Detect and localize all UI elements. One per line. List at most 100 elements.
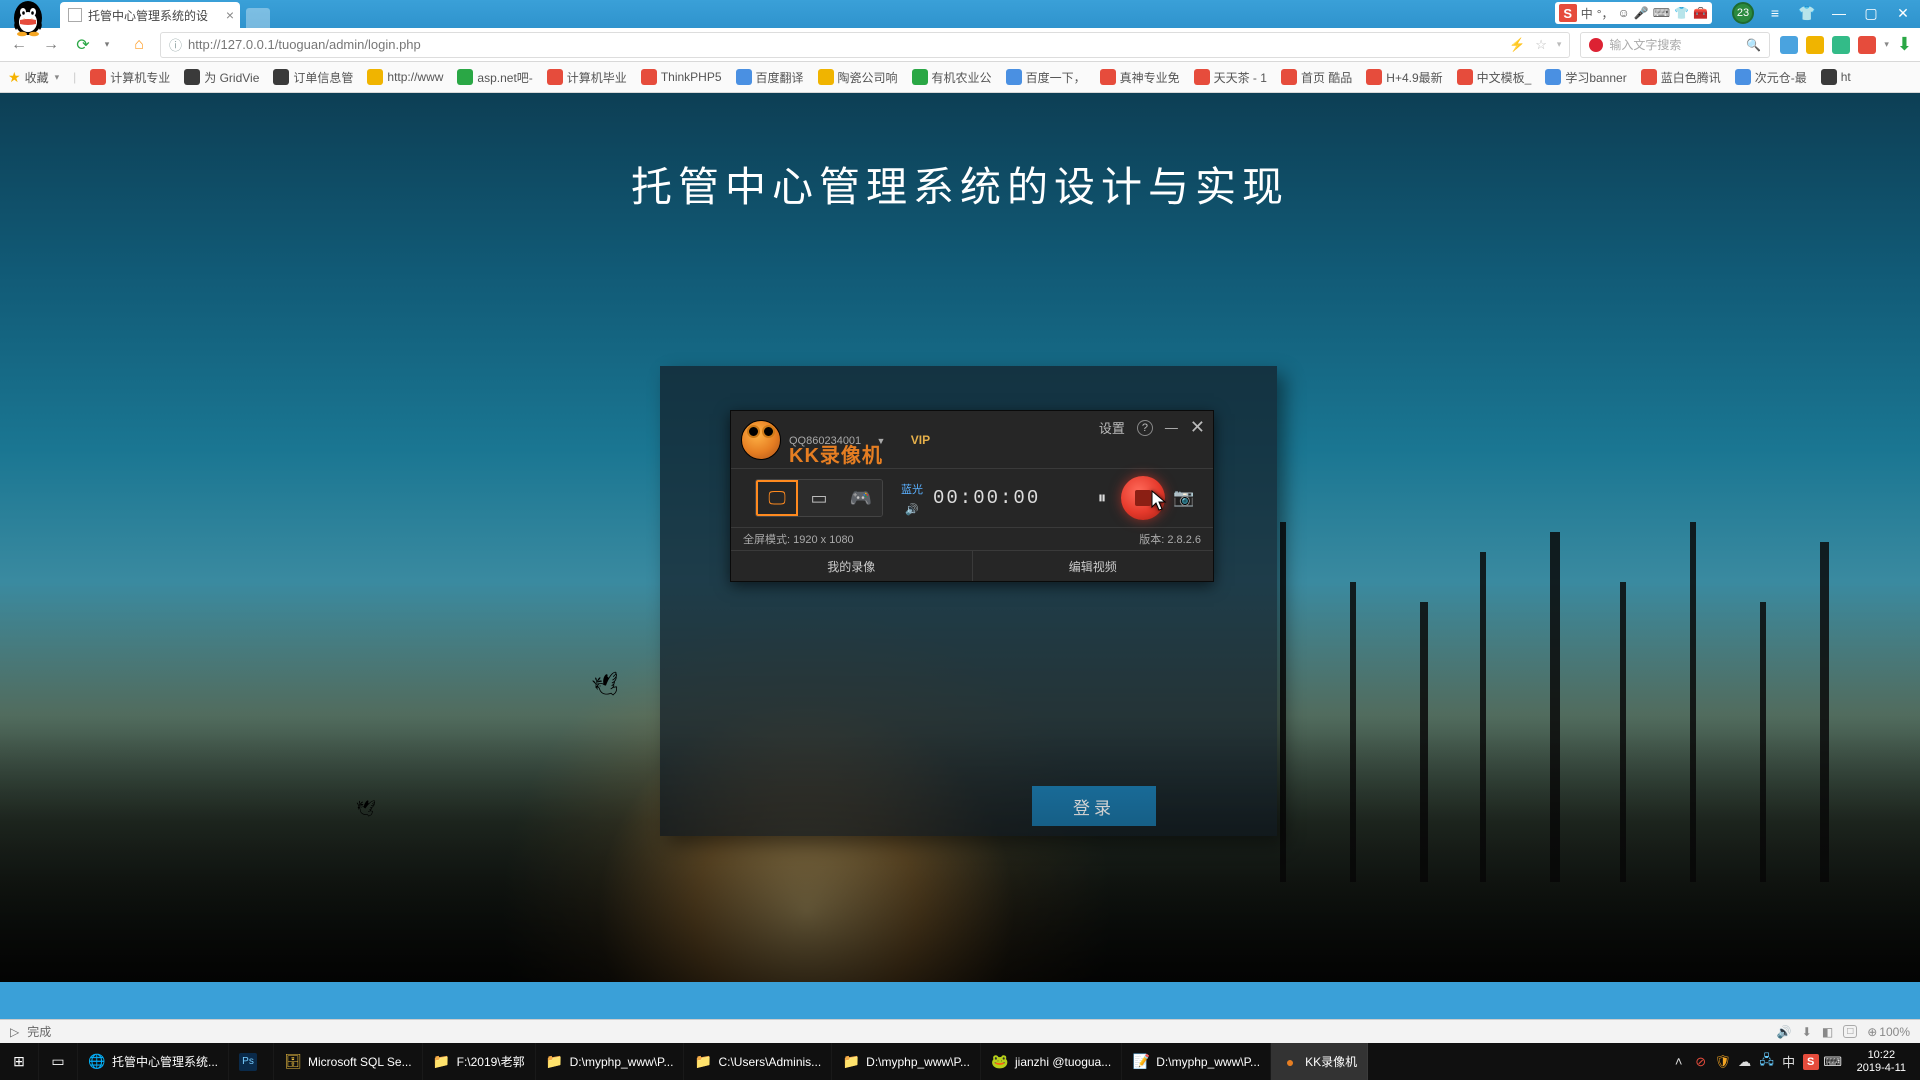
bookmark-item[interactable]: 计算机毕业 xyxy=(547,69,627,86)
bookmark-item[interactable]: 学习banner xyxy=(1545,69,1626,86)
bookmark-fav[interactable]: ★收藏▾ xyxy=(8,69,59,86)
qq-penguin-icon[interactable] xyxy=(6,0,50,38)
recorder-help-icon[interactable]: ? xyxy=(1137,420,1153,436)
favorite-star-icon[interactable]: ☆ xyxy=(1535,37,1547,53)
bookmark-item[interactable]: 次元仓-最 xyxy=(1735,69,1807,86)
tab-close-icon[interactable]: × xyxy=(226,7,234,23)
status-play-icon[interactable]: ▷ xyxy=(10,1025,19,1039)
taskbar-item[interactable]: Ps xyxy=(229,1043,274,1080)
screenshot-button-icon[interactable]: 📷 xyxy=(1165,479,1203,517)
mode-game-icon[interactable]: 🎮 xyxy=(840,480,882,516)
tray-block-icon[interactable]: ⊘ xyxy=(1693,1054,1709,1070)
recorder-settings-link[interactable]: 设置 xyxy=(1099,418,1125,437)
nav-home-icon[interactable]: ⌂ xyxy=(128,34,150,56)
search-submit-icon[interactable]: 🔍 xyxy=(1746,38,1761,52)
zoom-control[interactable]: ⊕100% xyxy=(1867,1025,1910,1039)
bookmark-item[interactable]: 为 GridVie xyxy=(184,69,259,86)
ime-emoji-icon: ☺ xyxy=(1618,6,1630,20)
browser-search-input[interactable]: 输入文字搜索 🔍 xyxy=(1580,32,1770,58)
taskbar-item[interactable]: 📁D:\myphp_www\P... xyxy=(536,1043,685,1080)
ime-toolbar[interactable]: S 中 °， ☺ 🎤 ⌨ 👕 🧰 xyxy=(1555,2,1712,24)
mode-fullscreen-icon[interactable]: 🖵 xyxy=(756,480,798,516)
editor-icon: 📝 xyxy=(1132,1053,1150,1071)
window-minimize-icon[interactable]: — xyxy=(1828,2,1850,24)
bookmark-item[interactable]: 计算机专业 xyxy=(90,69,170,86)
tray-net-icon[interactable]: 🖧 xyxy=(1759,1054,1775,1070)
my-recordings-tab[interactable]: 我的录像 xyxy=(731,551,973,581)
tray-ime[interactable]: 中 xyxy=(1781,1054,1797,1070)
tray-kb-icon[interactable]: ⌨ xyxy=(1825,1054,1841,1070)
mode-region-icon[interactable]: ▭ xyxy=(798,480,840,516)
task-view-button[interactable]: ▭ xyxy=(39,1043,78,1080)
tray-sogou-icon[interactable]: S xyxy=(1803,1054,1819,1070)
compat-mode-icon[interactable]: ⚡ xyxy=(1509,37,1525,53)
browser-tab[interactable]: 托管中心管理系统的设 × xyxy=(60,2,240,28)
recorder-minimize-icon[interactable]: — xyxy=(1165,420,1178,435)
background-silhouettes xyxy=(1220,482,1920,882)
bookmark-item[interactable]: 天天茶 - 1 xyxy=(1194,69,1267,86)
taskbar-item[interactable]: ●KK录像机 xyxy=(1271,1043,1368,1080)
split-icon[interactable]: ◧ xyxy=(1822,1025,1833,1039)
bookmark-item[interactable]: 百度翻译 xyxy=(736,69,804,86)
tray-cloud-icon[interactable]: ☁ xyxy=(1737,1054,1753,1070)
sound-icon[interactable]: 🔊 xyxy=(1777,1025,1792,1039)
tray-shield-icon[interactable]: 🛡 xyxy=(1715,1054,1731,1070)
vip-badge: VIP xyxy=(911,433,930,447)
url-input[interactable]: ⓘ http://127.0.0.1/tuoguan/admin/login.p… xyxy=(160,32,1570,58)
new-tab-button[interactable] xyxy=(246,8,270,28)
pause-button-icon[interactable]: ⏸ xyxy=(1083,479,1121,517)
taskbar-clock[interactable]: 10:22 2019-4-11 xyxy=(1849,1049,1914,1074)
status-text: 完成 xyxy=(27,1023,51,1040)
taskbar-item[interactable]: 🌐托管中心管理系统... xyxy=(78,1043,229,1080)
nav-reload-dropdown-icon[interactable]: ▾ xyxy=(96,34,118,56)
bookmark-item[interactable]: 中文模板_ xyxy=(1457,69,1532,86)
skin-icon[interactable]: 👕 xyxy=(1796,2,1818,24)
menu-icon[interactable]: ≡ xyxy=(1764,2,1786,24)
start-button[interactable]: ⊞ xyxy=(0,1043,39,1080)
ext-dropdown-icon[interactable]: ▾ xyxy=(1884,39,1889,50)
nav-reload-icon[interactable]: ⟳ xyxy=(72,34,94,56)
tab-title: 托管中心管理系统的设 xyxy=(88,7,208,24)
bookmark-item[interactable]: 首页 酷品 xyxy=(1281,69,1352,86)
bookmark-item[interactable]: 陶瓷公司响 xyxy=(818,69,898,86)
record-stop-button[interactable] xyxy=(1121,476,1165,520)
bookmark-item[interactable]: 蓝白色腾讯 xyxy=(1641,69,1721,86)
ext-icon-4[interactable] xyxy=(1858,36,1876,54)
notification-badge[interactable]: 23 xyxy=(1732,2,1754,24)
kk-logo-icon xyxy=(741,420,781,460)
url-dropdown-icon[interactable]: ▾ xyxy=(1557,39,1562,50)
taskbar-item[interactable]: 📁C:\Users\Adminis... xyxy=(684,1043,832,1080)
ext-icon-2[interactable] xyxy=(1806,36,1824,54)
taskbar-item[interactable]: 🐸jianzhi @tuogua... xyxy=(981,1043,1122,1080)
bookmark-item[interactable]: 真神专业免 xyxy=(1100,69,1180,86)
taskbar-item[interactable]: 📁F:\2019\老郭 xyxy=(423,1043,536,1080)
ext-icon-3[interactable] xyxy=(1832,36,1850,54)
download-mgr-icon[interactable]: ⬇ xyxy=(1802,1025,1812,1039)
bookmark-item[interactable]: http://www xyxy=(367,69,443,85)
window-close-icon[interactable]: ✕ xyxy=(1892,2,1914,24)
recorder-quality[interactable]: 蓝光 xyxy=(901,481,923,497)
edit-video-tab[interactable]: 编辑视频 xyxy=(973,551,1214,581)
tray-up-icon[interactable]: ˄ xyxy=(1671,1054,1687,1070)
speaker-icon[interactable]: 🔊 xyxy=(905,503,919,516)
sogou-icon: S xyxy=(1559,4,1577,22)
bookmark-item[interactable]: H+4.9最新 xyxy=(1366,69,1442,86)
recorder-close-icon[interactable]: ✕ xyxy=(1190,417,1205,438)
ext-icon-1[interactable] xyxy=(1780,36,1798,54)
taskbar-item[interactable]: 📁D:\myphp_www\P... xyxy=(832,1043,981,1080)
bookmark-item[interactable]: ht xyxy=(1821,69,1851,85)
kk-recorder-window[interactable]: QQ860234001 ▼ VIP KK录像机 设置 ? — ✕ 🖵 ▭ 🎮 蓝… xyxy=(730,410,1214,582)
recorder-titlebar[interactable]: QQ860234001 ▼ VIP KK录像机 设置 ? — ✕ xyxy=(731,411,1213,469)
login-button[interactable]: 登录 xyxy=(1032,786,1156,826)
resolution: 1920 x 1080 xyxy=(793,534,854,546)
status-100-icon[interactable]: □ xyxy=(1843,1025,1857,1038)
bookmark-item[interactable]: 百度一下， xyxy=(1006,69,1086,86)
window-maximize-icon[interactable]: ▢ xyxy=(1860,2,1882,24)
download-icon[interactable]: ⬇ xyxy=(1897,34,1912,55)
bookmark-item[interactable]: ThinkPHP5 xyxy=(641,69,722,85)
bookmark-item[interactable]: asp.net吧- xyxy=(457,69,532,86)
taskbar-item[interactable]: 📝D:\myphp_www\P... xyxy=(1122,1043,1271,1080)
bookmark-item[interactable]: 订单信息管 xyxy=(273,69,353,86)
taskbar-item[interactable]: 🗄Microsoft SQL Se... xyxy=(274,1043,423,1080)
bookmark-item[interactable]: 有机农业公 xyxy=(912,69,992,86)
